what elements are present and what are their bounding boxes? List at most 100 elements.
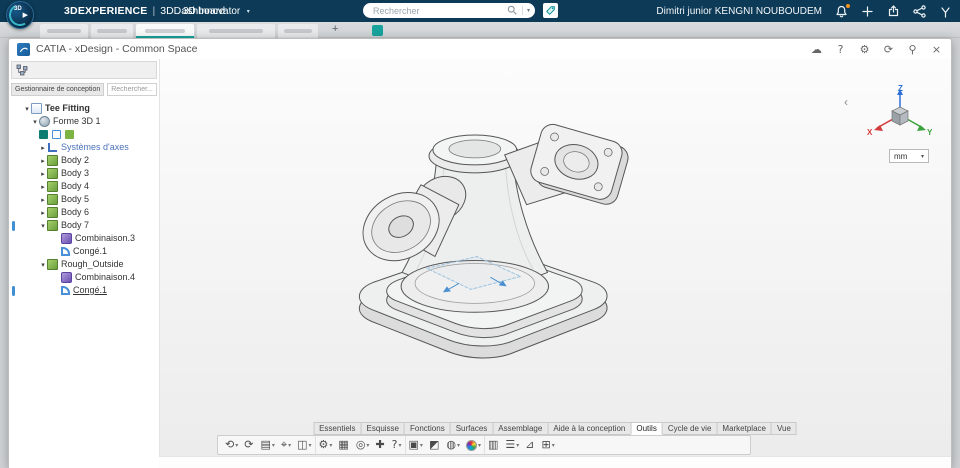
dashboard-tab[interactable] <box>278 24 318 38</box>
3dexperience-compass-logo[interactable]: 3D ▶ <box>6 1 34 29</box>
data-table-tool[interactable]: ⊞ ▾ <box>539 436 558 454</box>
refresh-icon[interactable]: ⟳ <box>882 43 895 56</box>
pattern-grid-tool[interactable]: ▦ <box>335 436 352 454</box>
expander-icon[interactable]: ▸ <box>39 170 47 178</box>
tree-item-tee-fitting[interactable]: ▾ Tee Fitting <box>9 102 159 115</box>
chevron-down-icon[interactable]: ▾ <box>516 442 519 449</box>
tree-item-body-6[interactable]: ▸ Body 6 <box>9 206 159 219</box>
pin-icon[interactable]: ⚲ <box>906 43 919 56</box>
expander-icon[interactable]: ▸ <box>39 157 47 165</box>
expander-icon[interactable]: ▾ <box>23 105 31 113</box>
tree-item-body-4[interactable]: ▸ Body 4 <box>9 180 159 193</box>
tab-aide-conception[interactable]: Aide à la conception <box>547 422 632 435</box>
measure-tool[interactable]: ⌖ ▾ <box>278 436 294 454</box>
chevron-down-icon[interactable]: ▾ <box>478 442 481 449</box>
tab-outils[interactable]: Outils <box>630 422 663 435</box>
quick-sketch-icon[interactable] <box>52 130 61 139</box>
expander-icon[interactable]: ▾ <box>39 261 47 269</box>
expander-icon[interactable]: ▸ <box>39 144 47 152</box>
tab-esquisse[interactable]: Esquisse <box>360 422 406 435</box>
close-icon[interactable]: × <box>930 43 943 56</box>
tree-item-forme-3d[interactable]: ▾ Forme 3D 1 <box>9 115 159 128</box>
color-material-tool[interactable]: ▾ <box>463 436 484 454</box>
window-title-bar[interactable]: CATIA - xDesign - Common Space ☁ ? ⚙ ⟳ ⚲… <box>9 39 951 59</box>
dashboard-tab[interactable] <box>40 24 88 38</box>
tee-fitting-model[interactable] <box>160 59 951 456</box>
chevron-down-icon[interactable]: ▾ <box>399 442 402 449</box>
search-input[interactable] <box>371 4 507 17</box>
3d-viewport[interactable]: Z X Y ‹ mm ▾ Essentiels Esquisse Fonctio… <box>159 59 951 456</box>
tab-fonctions[interactable]: Fonctions <box>404 422 451 435</box>
mechanism-tool[interactable]: ⚙ ▾ <box>314 436 336 454</box>
settings-gear-icon[interactable]: ⚙ <box>858 43 871 56</box>
tree-item-axis-systems[interactable]: ▸ Systèmes d'axes <box>9 141 159 154</box>
chevron-down-icon[interactable]: ▾ <box>552 442 555 449</box>
axis-triad[interactable]: Z X Y <box>865 85 935 147</box>
chevron-down-icon[interactable]: ▾ <box>366 442 369 449</box>
add-button[interactable] <box>861 5 874 18</box>
expander-icon[interactable]: ▸ <box>39 183 47 191</box>
user-name[interactable]: Dimitri junior KENGNI NOUBOUDEM <box>656 6 822 17</box>
tree-item-combinaison-3[interactable]: Combinaison.3 <box>9 232 159 245</box>
chevron-down-icon[interactable]: ▾ <box>272 442 275 449</box>
global-search[interactable]: ▾ <box>363 3 535 18</box>
dashboard-tab-active[interactable] <box>136 24 194 38</box>
help-assistant-tool[interactable]: ? ▾ <box>389 436 405 454</box>
tree-search-input[interactable] <box>107 83 158 96</box>
chevron-down-icon[interactable]: ▾ <box>420 442 423 449</box>
report-tool[interactable]: ☰ ▾ <box>502 436 522 454</box>
tab-assemblage[interactable]: Assemblage <box>492 422 549 435</box>
tab-marketplace[interactable]: Marketplace <box>716 422 772 435</box>
collaborate-button[interactable] <box>913 4 926 18</box>
tree-item-rough-outside[interactable]: ▾ Rough_Outside <box>9 258 159 271</box>
tree-item-body-5[interactable]: ▸ Body 5 <box>9 193 159 206</box>
chevron-down-icon[interactable]: ▾ <box>457 442 460 449</box>
dashboard-tab[interactable] <box>197 24 275 38</box>
expander-icon[interactable]: ▾ <box>39 222 47 230</box>
tree-structure-icon[interactable] <box>16 64 28 76</box>
quick-body-icon[interactable] <box>65 130 74 139</box>
expander-icon[interactable]: ▸ <box>39 196 47 204</box>
tree-item-combinaison-4[interactable]: Combinaison.4 <box>9 271 159 284</box>
chevron-down-icon[interactable]: ▾ <box>329 442 332 449</box>
tag-button[interactable] <box>543 3 558 18</box>
thread-tool[interactable]: ◎ ▾ <box>353 436 373 454</box>
share-button[interactable] <box>887 4 900 18</box>
render-style-tool[interactable]: ◩ <box>426 436 443 454</box>
robot-manipulator-tool[interactable]: ⟲ ▾ <box>222 436 241 454</box>
tab-surfaces[interactable]: Surfaces <box>449 422 494 435</box>
tree-item-body-3[interactable]: ▸ Body 3 <box>9 167 159 180</box>
search-options-chevron-icon[interactable]: ▾ <box>527 7 530 14</box>
chart-analysis-tool[interactable]: ▥ <box>483 436 502 454</box>
help-icon[interactable]: ? <box>834 43 847 56</box>
move-tool[interactable]: ✚ <box>372 436 388 454</box>
expander-icon[interactable]: ▾ <box>31 118 39 126</box>
capture-image-tool[interactable]: ▣ ▾ <box>404 436 426 454</box>
add-tab-button[interactable]: + <box>332 23 338 35</box>
update-tool[interactable]: ⟳ <box>241 436 257 454</box>
context-menu[interactable]: 3D Innovator ▾ <box>183 0 252 22</box>
tree-item-body-2[interactable]: ▸ Body 2 <box>9 154 159 167</box>
tree-item-body-7[interactable]: ▾ Body 7 <box>9 219 159 232</box>
chevron-down-icon[interactable]: ▾ <box>288 442 291 449</box>
chevron-down-icon[interactable]: ▾ <box>309 442 312 449</box>
notifications-button[interactable] <box>835 2 851 18</box>
angle-measure-tool[interactable]: ⊿ <box>522 436 538 454</box>
apps-button[interactable] <box>939 5 952 18</box>
globe-browser-tool[interactable]: ◍ ▾ <box>443 436 463 454</box>
chevron-down-icon[interactable]: ▾ <box>235 442 238 449</box>
search-icon[interactable] <box>507 5 518 16</box>
section-view-tool[interactable]: ◫ ▾ <box>294 436 314 454</box>
units-dropdown[interactable]: mm ▾ <box>889 149 929 163</box>
tree-item-conge-1[interactable]: Congé.1 <box>9 245 159 258</box>
dashboard-tab[interactable] <box>91 24 133 38</box>
paste-special-tool[interactable]: ▤ ▾ <box>257 436 277 454</box>
collapse-panel-chevron-icon[interactable]: ‹ <box>844 95 848 109</box>
tree-item-conge-1-selected[interactable]: Congé.1 <box>9 284 159 297</box>
tab-cycle-de-vie[interactable]: Cycle de vie <box>661 422 718 435</box>
cloud-sync-icon[interactable]: ☁ <box>810 43 823 56</box>
tab-essentiels[interactable]: Essentiels <box>313 422 362 435</box>
quick-filter-icon[interactable] <box>39 130 48 139</box>
expander-icon[interactable]: ▸ <box>39 209 47 217</box>
design-manager-button[interactable]: Gestionnaire de conception <box>11 83 105 96</box>
